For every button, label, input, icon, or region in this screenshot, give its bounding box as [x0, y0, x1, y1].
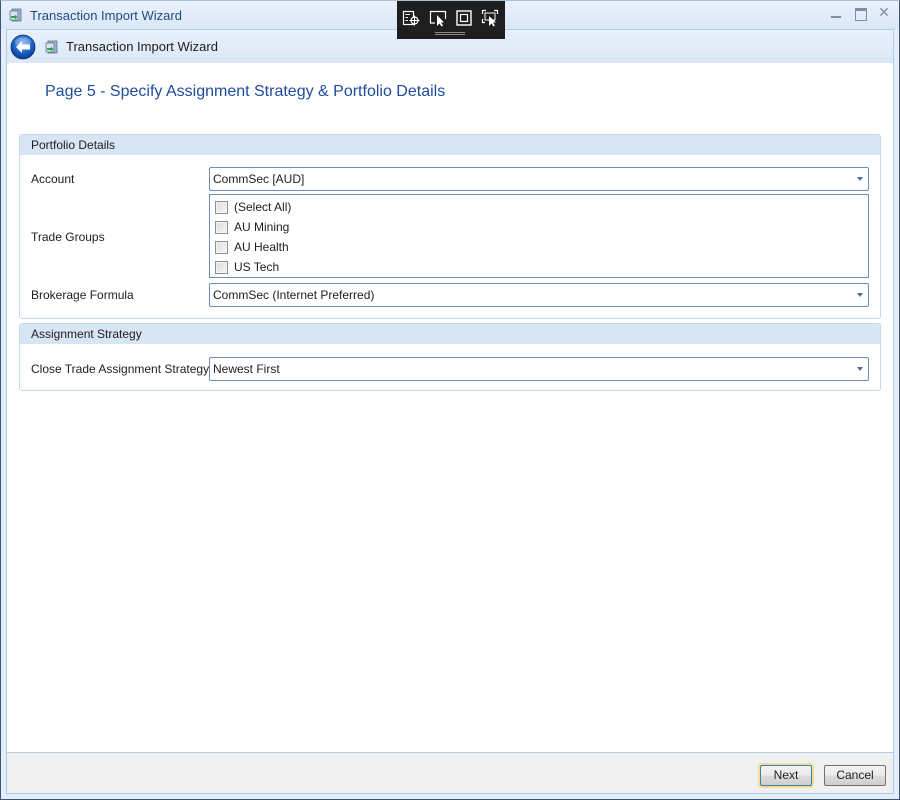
check-item-label: AU Health [234, 240, 289, 254]
close-trade-strategy-label: Close Trade Assignment Strategy [31, 362, 210, 376]
window-controls: ✕ [829, 6, 891, 21]
chevron-down-icon[interactable] [857, 293, 863, 297]
select-pointer-icon[interactable] [429, 9, 447, 27]
maximize-icon[interactable] [853, 6, 867, 21]
chevron-down-icon[interactable] [857, 177, 863, 181]
toolbar-drag-handle[interactable] [435, 32, 465, 35]
page-title: Page 5 - Specify Assignment Strategy & P… [45, 83, 446, 100]
back-arrow-icon[interactable] [10, 34, 36, 60]
nav-title: Transaction Import Wizard [66, 39, 218, 54]
account-combobox[interactable]: CommSec [AUD] [209, 167, 869, 191]
trade-group-us-tech[interactable]: US Tech [210, 257, 868, 277]
account-label: Account [31, 172, 75, 186]
layout-adorner-icon[interactable] [455, 9, 473, 27]
debug-toolbar [397, 1, 505, 39]
brokerage-formula-combobox[interactable]: CommSec (Internet Preferred) [209, 283, 869, 307]
checkbox[interactable] [215, 220, 228, 234]
close-trade-strategy-combobox[interactable]: Newest First [209, 357, 869, 381]
check-item-label: (Select All) [234, 200, 292, 214]
group-header-portfolio-details: Portfolio Details [20, 135, 880, 155]
chevron-down-icon[interactable] [857, 367, 863, 371]
brokerage-formula-value: CommSec (Internet Preferred) [213, 288, 375, 302]
checkbox[interactable] [215, 240, 228, 254]
trade-groups-label: Trade Groups [31, 230, 105, 244]
checkbox[interactable] [215, 200, 228, 214]
minimize-icon[interactable] [829, 6, 843, 20]
portfolio-details-group: Portfolio Details Account CommSec [AUD] … [19, 134, 881, 319]
select-element-icon[interactable] [402, 9, 420, 27]
wizard-page-icon [45, 40, 58, 53]
trade-group-au-mining[interactable]: AU Mining [210, 217, 868, 237]
wizard-app-icon [9, 8, 22, 22]
close-trade-strategy-value: Newest First [213, 362, 280, 376]
track-focus-icon[interactable] [481, 9, 499, 27]
trade-group-au-health[interactable]: AU Health [210, 237, 868, 257]
wizard-content: Page 5 - Specify Assignment Strategy & P… [6, 63, 894, 752]
checkbox[interactable] [215, 260, 228, 274]
wizard-footer: Next Cancel [6, 752, 894, 794]
check-item-label: AU Mining [234, 220, 290, 234]
trade-groups-checklist: (Select All) AU Mining AU Health US Tech [209, 194, 869, 278]
assignment-strategy-group: Assignment Strategy Close Trade Assignme… [19, 323, 881, 391]
next-button[interactable]: Next [760, 765, 812, 786]
cancel-button[interactable]: Cancel [824, 765, 886, 786]
window-title: Transaction Import Wizard [30, 7, 182, 23]
wizard-window: Transaction Import Wizard ✕ Transaction … [0, 0, 900, 800]
trade-group-select-all[interactable]: (Select All) [210, 197, 868, 217]
account-value: CommSec [AUD] [213, 172, 305, 186]
brokerage-formula-label: Brokerage Formula [31, 288, 134, 302]
group-header-assignment-strategy: Assignment Strategy [20, 324, 880, 344]
close-icon[interactable]: ✕ [877, 6, 891, 20]
check-item-label: US Tech [234, 260, 280, 274]
